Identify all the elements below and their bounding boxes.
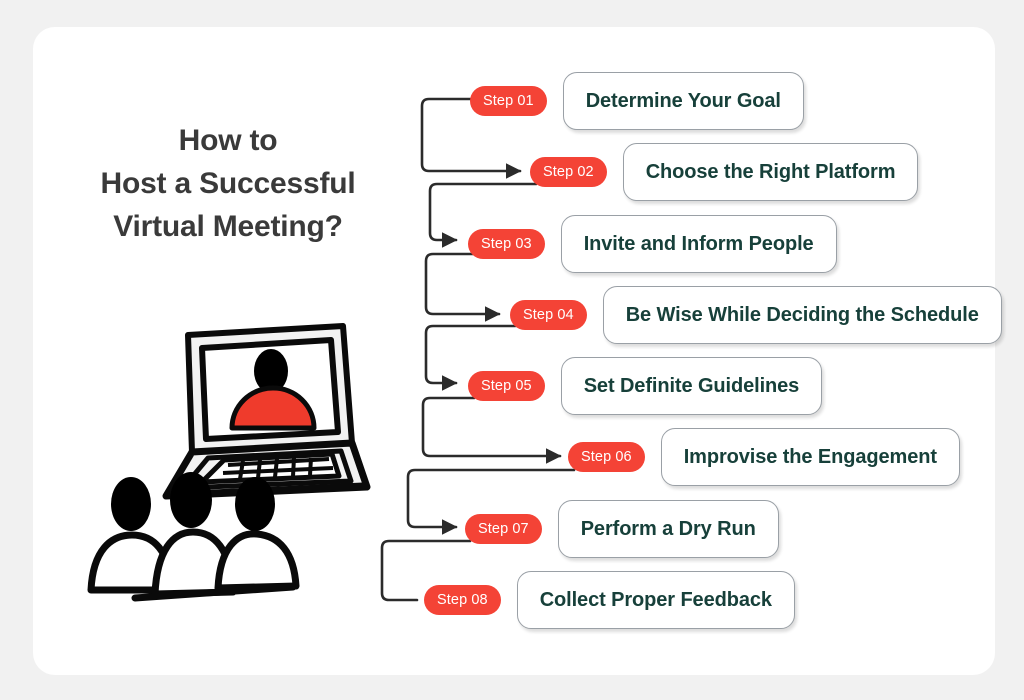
step-badge-2[interactable]: Step 02: [530, 157, 607, 187]
step-box-6[interactable]: Improvise the Engagement: [660, 428, 960, 486]
step-row-6[interactable]: Step 06 Improvise the Engagement: [568, 428, 960, 486]
steps-flow: Step 01 Determine Your Goal Step 02 Choo…: [33, 27, 1002, 675]
step-row-7[interactable]: Step 07 Perform a Dry Run: [465, 500, 779, 558]
step-badge-1[interactable]: Step 01: [470, 86, 547, 116]
step-row-4[interactable]: Step 04 Be Wise While Deciding the Sched…: [510, 286, 1002, 344]
step-box-8[interactable]: Collect Proper Feedback: [516, 571, 795, 629]
step-badge-5[interactable]: Step 05: [468, 371, 545, 401]
step-row-1[interactable]: Step 01 Determine Your Goal: [470, 72, 804, 130]
step-badge-8[interactable]: Step 08: [424, 585, 501, 615]
step-box-3[interactable]: Invite and Inform People: [560, 215, 837, 273]
step-box-2[interactable]: Choose the Right Platform: [622, 143, 919, 201]
step-badge-6[interactable]: Step 06: [568, 442, 645, 472]
step-row-2[interactable]: Step 02 Choose the Right Platform: [530, 143, 919, 201]
step-row-5[interactable]: Step 05 Set Definite Guidelines: [468, 357, 823, 415]
step-row-8[interactable]: Step 08 Collect Proper Feedback: [424, 571, 795, 629]
step-row-3[interactable]: Step 03 Invite and Inform People: [468, 215, 837, 273]
step-badge-7[interactable]: Step 07: [465, 514, 542, 544]
step-badge-3[interactable]: Step 03: [468, 229, 545, 259]
step-box-1[interactable]: Determine Your Goal: [562, 72, 804, 130]
infographic-card: How to Host a Successful Virtual Meeting…: [33, 27, 1002, 675]
step-box-4[interactable]: Be Wise While Deciding the Schedule: [602, 286, 1002, 344]
step-box-5[interactable]: Set Definite Guidelines: [560, 357, 823, 415]
step-box-7[interactable]: Perform a Dry Run: [557, 500, 779, 558]
step-badge-4[interactable]: Step 04: [510, 300, 587, 330]
